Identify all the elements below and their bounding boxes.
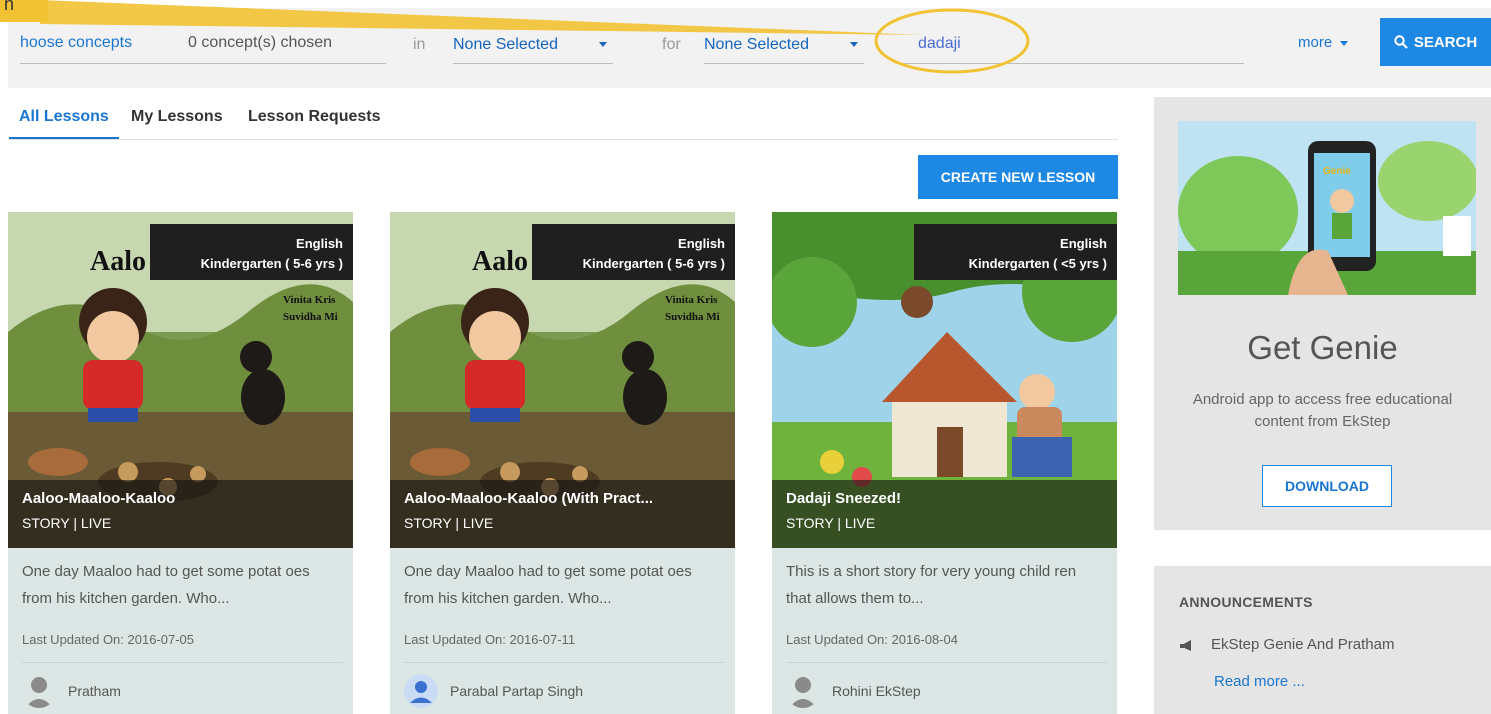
cover-author: Suvidha Mi [665,311,720,323]
lesson-badge: English Kindergarten ( 5-6 yrs ) [150,224,353,280]
announcements-heading: ANNOUNCEMENTS [1179,594,1313,610]
author-name: Parabal Partap Singh [450,683,584,699]
concepts-count: 0 concept(s) chosen [188,34,333,51]
megaphone-icon [1180,639,1191,651]
download-button[interactable]: DOWNLOAD [1262,465,1392,507]
divider [786,662,1107,663]
tab-my-lessons[interactable]: My Lessons [131,108,223,126]
lesson-author[interactable]: Parabal Partap Singh [404,674,583,708]
chevron-down-icon [850,42,858,47]
annotation-label: n [0,0,48,22]
author-name: Pratham [68,683,121,699]
announcement-text: EkStep Genie And Pratham [1211,636,1395,653]
lesson-grade: Kindergarten ( 5-6 yrs ) [200,256,343,271]
promo-heading: Get Genie [1247,329,1398,366]
cover-authors: Vinita Kris Suvidha Mi [283,292,353,326]
lesson-title-bar: Aaloo-Maaloo-Kaaloo STORY | LIVE [8,480,353,548]
concepts-picker[interactable]: hoose concepts 0 concept(s) chosen [20,30,386,64]
tab-all-lessons[interactable]: All Lessons [9,108,119,139]
author-name: Rohini EkStep [832,683,921,699]
announcements-panel: ANNOUNCEMENTS EkStep Genie And Pratham R… [1154,566,1491,714]
lesson-card[interactable]: English Kindergarten ( <5 yrs ) Dadaji S… [772,212,1117,714]
search-icon [1394,35,1408,49]
for-select-underline [704,63,864,64]
lesson-grade: Kindergarten ( <5 yrs ) [968,256,1107,271]
lesson-card[interactable]: Aalo Vinita Kris Suvidha Mi English Kind… [8,212,353,714]
for-label: for [662,36,681,53]
in-select[interactable]: None Selected [453,30,613,64]
lesson-grade: Kindergarten ( 5-6 yrs ) [582,256,725,271]
user-silhouette-icon [789,677,817,708]
chevron-down-icon [599,42,607,47]
search-bar: hoose concepts 0 concept(s) chosen in No… [8,8,1491,88]
lesson-description: One day Maaloo had to get some potat oes… [404,563,692,607]
lesson-language: English [678,236,725,251]
genie-phone-illustration [1178,121,1476,295]
announcement-item[interactable]: EkStep Genie And Pratham [1179,636,1394,653]
search-input-underline [896,63,1244,64]
lesson-author[interactable]: Pratham [22,674,121,708]
lesson-title-bar: Dadaji Sneezed! STORY | LIVE [772,480,1117,548]
lesson-tabs: All Lessons My Lessons Lesson Requests [8,100,1118,140]
search-query[interactable]: dadaji [918,35,961,53]
create-new-lesson-button[interactable]: CREATE NEW LESSON [918,155,1118,199]
lesson-badge: English Kindergarten ( 5-6 yrs ) [532,224,735,280]
cover-title: Aalo [90,246,146,277]
lesson-updated: Last Updated On: 2016-08-04 [786,632,959,647]
in-select-underline [453,63,613,64]
lesson-author[interactable]: Rohini EkStep [786,674,921,708]
in-select-value: None Selected [453,36,558,53]
concepts-label[interactable]: hoose concepts [20,34,132,52]
lesson-title[interactable]: Aaloo-Maaloo-Kaaloo (With Pract... [404,490,721,507]
lesson-status: STORY | LIVE [22,515,112,531]
search-button[interactable]: SEARCH [1380,18,1491,66]
user-avatar-icon [404,674,438,708]
cover-author: Vinita Kris [665,294,718,306]
for-select[interactable]: None Selected [704,30,864,64]
lesson-updated: Last Updated On: 2016-07-11 [404,632,576,647]
lesson-updated: Last Updated On: 2016-07-05 [22,632,195,647]
in-label: in [413,36,426,53]
more-label: more [1298,34,1333,51]
lesson-thumbnail[interactable]: English Kindergarten ( <5 yrs ) Dadaji S… [772,212,1117,548]
tab-lesson-requests[interactable]: Lesson Requests [248,108,380,126]
cover-title: Aalo [472,246,528,277]
lesson-title[interactable]: Dadaji Sneezed! [786,490,1103,507]
lesson-thumbnail[interactable]: Aalo Vinita Kris Suvidha Mi English Kind… [390,212,735,548]
genie-promo-image: Genie [1178,121,1476,295]
more-dropdown[interactable]: more [1298,34,1349,51]
lesson-title[interactable]: Aaloo-Maaloo-Kaaloo [22,490,339,507]
lesson-status: STORY | LIVE [786,515,876,531]
lesson-badge: English Kindergarten ( <5 yrs ) [914,224,1117,280]
search-input[interactable]: dadaji [896,30,1244,64]
lesson-description: One day Maaloo had to get some potat oes… [22,563,310,607]
lesson-card[interactable]: Aalo Vinita Kris Suvidha Mi English Kind… [390,212,735,714]
cover-authors: Vinita Kris Suvidha Mi [665,292,735,326]
divider [22,662,343,663]
lesson-language: English [296,236,343,251]
concepts-underline [20,63,386,64]
get-genie-panel: Genie Get Genie Android app to access fr… [1154,97,1491,530]
genie-logo: Genie [1323,166,1351,177]
cover-author: Vinita Kris [283,294,336,306]
promo-subtitle: Android app to access free educational c… [1192,391,1453,430]
user-silhouette-icon [25,677,53,708]
lesson-thumbnail[interactable]: Aalo Vinita Kris Suvidha Mi English Kind… [8,212,353,548]
cover-author: Suvidha Mi [283,311,338,323]
read-more-link[interactable]: Read more ... [1214,673,1305,690]
lesson-description: This is a short story for very young chi… [786,563,1077,607]
divider [404,662,725,663]
lesson-title-bar: Aaloo-Maaloo-Kaaloo (With Pract... STORY… [390,480,735,548]
lesson-status: STORY | LIVE [404,515,494,531]
search-button-label: SEARCH [1413,33,1478,51]
for-select-value: None Selected [704,36,809,53]
lesson-language: English [1060,236,1107,251]
chevron-down-icon [1340,40,1349,46]
page: hoose concepts 0 concept(s) chosen in No… [0,0,1491,714]
